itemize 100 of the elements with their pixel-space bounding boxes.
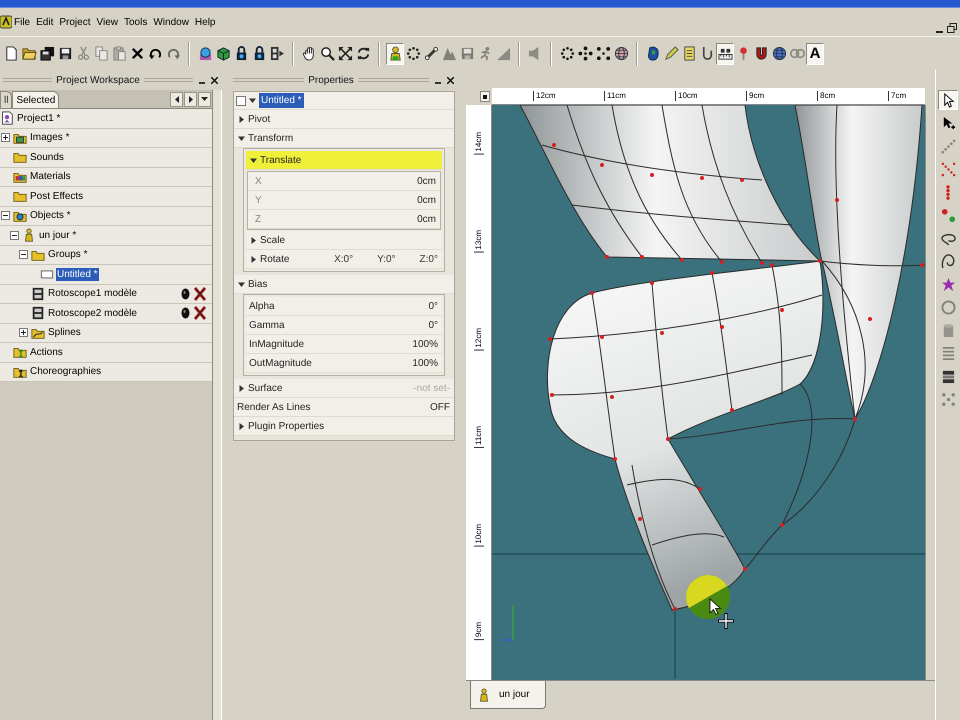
tree-row[interactable]: Rotoscope2 modèle xyxy=(0,304,212,324)
tree-label: Images * xyxy=(29,131,70,144)
figure-icon xyxy=(22,228,36,242)
tree-label: Rotoscope1 modèle xyxy=(47,287,138,300)
cross-mark-icon xyxy=(194,306,206,320)
magnet-icon xyxy=(754,46,768,61)
dotted-circle-icon xyxy=(560,46,574,61)
tree-row[interactable]: Post Effects xyxy=(0,187,212,206)
tree-row[interactable]: Project1 * xyxy=(0,109,212,128)
tree-row[interactable]: Groups * xyxy=(0,246,212,265)
property-row[interactable]: Scale xyxy=(246,231,442,250)
close-icon xyxy=(211,76,218,84)
property-row[interactable]: Gamma 0° xyxy=(246,316,442,335)
figure-folder-icon xyxy=(13,345,27,360)
film-icon xyxy=(31,286,45,301)
tree-row[interactable]: Sounds xyxy=(0,148,212,168)
globe-icon xyxy=(614,46,628,61)
tree-row[interactable]: Untitled * xyxy=(0,265,212,284)
text-tool-button[interactable]: A xyxy=(806,42,824,64)
ruler-button[interactable] xyxy=(716,42,734,64)
app-logo-icon xyxy=(0,14,12,30)
property-row[interactable]: Alpha 0° xyxy=(246,297,442,316)
dotted-line-icon xyxy=(940,138,956,154)
tree-row[interactable]: Images * xyxy=(0,128,212,148)
restore-button[interactable] xyxy=(946,22,958,33)
property-value: 100% xyxy=(412,338,438,352)
property-value: 0cm xyxy=(417,174,436,188)
bars-icon xyxy=(940,346,956,360)
menu-item[interactable]: View xyxy=(96,14,118,30)
tree-row[interactable]: Materials xyxy=(0,168,212,187)
property-row[interactable]: Pivot xyxy=(234,110,454,129)
diamond-dots-icon xyxy=(578,46,592,61)
workspace-tab[interactable]: ll xyxy=(0,91,12,108)
chain-icon xyxy=(790,46,804,61)
tree-row[interactable]: Splines xyxy=(0,324,212,343)
bone-icon xyxy=(424,46,438,61)
property-row[interactable]: Translate xyxy=(246,151,442,170)
property-label: Render As Lines xyxy=(237,400,310,414)
close-button[interactable] xyxy=(446,74,456,86)
property-row[interactable]: X 0cm xyxy=(248,172,440,191)
property-row[interactable]: Bias xyxy=(234,275,454,294)
property-value: Y:0° xyxy=(377,252,396,266)
ruler-corner-button[interactable] xyxy=(480,91,490,102)
viewport-canvas[interactable] xyxy=(492,105,925,680)
minimize-icon xyxy=(936,31,942,33)
film-strip-icon xyxy=(270,46,284,61)
workspace-tab[interactable]: Selected xyxy=(12,91,60,108)
person-button[interactable] xyxy=(386,42,404,64)
property-row[interactable]: Surface -not set- xyxy=(234,379,454,398)
tree-label: Untitled * xyxy=(56,268,99,281)
cut-icon xyxy=(76,46,90,61)
menu-item[interactable]: Project xyxy=(59,14,90,30)
property-row[interactable]: Plugin Properties xyxy=(234,417,454,436)
tree-label: Post Effects xyxy=(29,190,84,203)
tree-row[interactable]: Actions xyxy=(0,343,212,362)
property-row[interactable]: OutMagnitude 100% xyxy=(246,354,442,373)
property-value: 0° xyxy=(428,300,438,314)
ruler-label: 11cm xyxy=(474,426,484,448)
sphere-icon xyxy=(198,46,212,61)
menu-item[interactable]: Help xyxy=(194,14,216,30)
scroll-left-button[interactable] xyxy=(170,92,183,106)
scroll-right-button[interactable] xyxy=(184,92,197,106)
tree-label: Splines xyxy=(47,326,82,340)
menu-item[interactable]: Tools xyxy=(124,14,148,30)
property-row[interactable]: Y 0cm xyxy=(248,191,440,210)
tree-row[interactable]: Choreographies xyxy=(0,362,212,382)
close-button[interactable] xyxy=(210,74,219,86)
property-value: 100% xyxy=(412,356,438,370)
restore-icon xyxy=(947,22,957,32)
minimize-icon xyxy=(198,82,204,84)
property-row[interactable]: Render As Lines OFF xyxy=(234,398,454,417)
property-row[interactable]: Z 0cm xyxy=(248,210,440,229)
property-row[interactable]: Rotate X:0° Y:0° Z:0° xyxy=(246,250,442,269)
property-row[interactable]: Transform xyxy=(234,129,454,148)
property-label: InMagnitude xyxy=(249,338,304,352)
menu-item[interactable]: Window xyxy=(153,14,189,30)
document-tab[interactable]: un jour xyxy=(470,681,546,709)
property-label: Bias xyxy=(248,278,268,292)
new-document-icon xyxy=(4,46,18,61)
property-label: Alpha xyxy=(249,300,275,314)
tree-row[interactable]: Objects * xyxy=(0,206,212,226)
checkbox[interactable] xyxy=(236,96,246,106)
menu-item[interactable]: File xyxy=(14,14,30,30)
tree-row[interactable]: un jour * xyxy=(0,226,212,246)
tree-row[interactable]: Rotoscope1 modèle xyxy=(0,284,212,304)
square-icon xyxy=(483,94,487,98)
open-folder-icon xyxy=(22,46,36,61)
property-row[interactable]: InMagnitude 100% xyxy=(246,335,442,354)
object-name[interactable]: Untitled * xyxy=(259,93,304,108)
scroll-left-icon xyxy=(174,96,178,102)
menu-item[interactable]: Edit xyxy=(36,14,54,30)
dropdown-icon xyxy=(201,97,208,101)
delete-icon xyxy=(130,46,144,61)
dot-grid-icon xyxy=(940,392,956,406)
dropdown-button[interactable] xyxy=(198,92,211,106)
dotted-circle-icon xyxy=(406,46,420,61)
arrow-cursor-button[interactable] xyxy=(938,90,958,110)
page-icon xyxy=(682,46,696,61)
property-value: -not set- xyxy=(413,382,450,396)
property-label: Rotate xyxy=(260,252,290,266)
